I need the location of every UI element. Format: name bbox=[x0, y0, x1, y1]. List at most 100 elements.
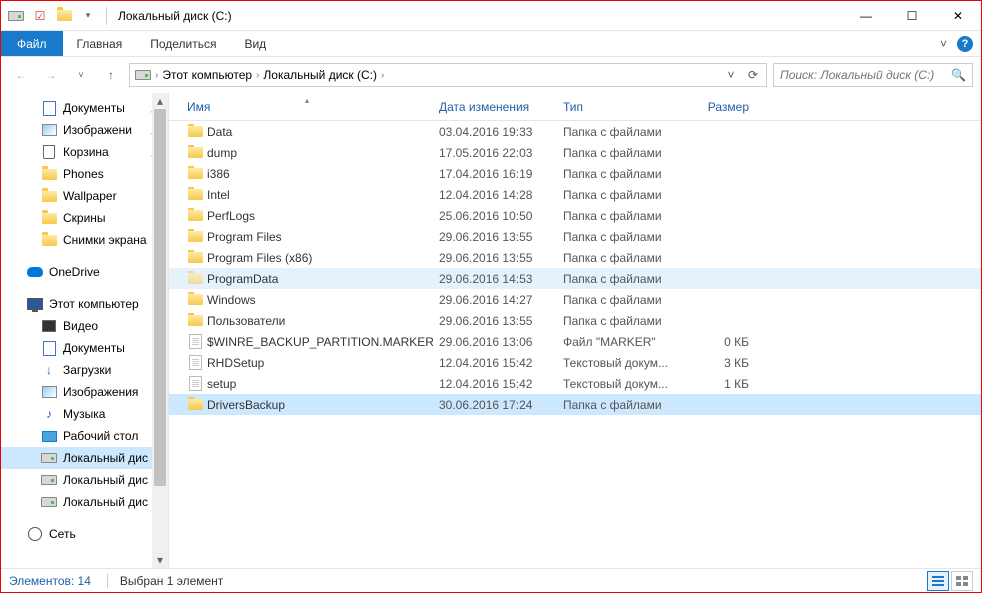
cell-name: $WINRE_BACKUP_PARTITION.MARKER bbox=[181, 334, 433, 350]
file-row[interactable]: ProgramData29.06.2016 14:53Папка с файла… bbox=[169, 268, 981, 289]
tab-view[interactable]: Вид bbox=[230, 31, 280, 56]
help-icon[interactable]: ? bbox=[957, 36, 973, 52]
nav-label: Wallpaper bbox=[63, 189, 117, 203]
close-button[interactable]: ✕ bbox=[935, 1, 981, 31]
file-row[interactable]: Пользователи29.06.2016 13:55Папка с файл… bbox=[169, 310, 981, 331]
cell-type: Файл "MARKER" bbox=[557, 335, 675, 349]
nav-label: Рабочий стол bbox=[63, 429, 138, 443]
column-size[interactable]: Размер bbox=[675, 100, 755, 114]
cell-type: Папка с файлами bbox=[557, 188, 675, 202]
view-details-button[interactable] bbox=[927, 571, 949, 591]
scroll-thumb[interactable] bbox=[154, 109, 166, 486]
thispc-child[interactable]: Видео bbox=[1, 315, 168, 337]
view-icons-button[interactable] bbox=[951, 571, 973, 591]
thispc-child[interactable]: Локальный дис bbox=[1, 447, 168, 469]
ribbon-expand-icon[interactable]: ˅ bbox=[940, 37, 947, 51]
quick-access-item[interactable]: Документы📌 bbox=[1, 97, 168, 119]
nav-label: Этот компьютер bbox=[49, 297, 139, 311]
cell-date: 29.06.2016 13:55 bbox=[433, 314, 557, 328]
minimize-button[interactable]: — bbox=[843, 1, 889, 31]
maximize-button[interactable]: ☐ bbox=[889, 1, 935, 31]
nav-label: Видео bbox=[63, 319, 98, 333]
nav-label: Документы bbox=[63, 101, 125, 115]
up-button[interactable]: ↑ bbox=[99, 63, 123, 87]
status-selection: Выбран 1 элемент bbox=[107, 574, 223, 588]
column-headers: Имя▴ Дата изменения Тип Размер bbox=[169, 93, 981, 121]
file-row[interactable]: Intel12.04.2016 14:28Папка с файлами bbox=[169, 184, 981, 205]
cell-type: Текстовый докум... bbox=[557, 377, 675, 391]
address-dropdown[interactable]: ˅ bbox=[720, 64, 742, 86]
cell-type: Папка с файлами bbox=[557, 398, 675, 412]
cell-size: 3 КБ bbox=[675, 356, 755, 370]
network-item[interactable]: Сеть bbox=[1, 523, 168, 545]
cell-date: 29.06.2016 14:53 bbox=[433, 272, 557, 286]
cell-date: 29.06.2016 13:55 bbox=[433, 230, 557, 244]
file-row[interactable]: $WINRE_BACKUP_PARTITION.MARKER29.06.2016… bbox=[169, 331, 981, 352]
nav-label: Корзина bbox=[63, 145, 109, 159]
crumb-drive-c[interactable]: Локальный диск (C:) bbox=[260, 64, 380, 86]
address-root-icon[interactable] bbox=[132, 64, 154, 86]
crumb-thispc[interactable]: Этот компьютер bbox=[159, 64, 255, 86]
file-row[interactable]: Program Files (x86)29.06.2016 13:55Папка… bbox=[169, 247, 981, 268]
navpane-scrollbar[interactable]: ▴ ▾ bbox=[152, 93, 168, 568]
tab-home[interactable]: Главная bbox=[63, 31, 137, 56]
thispc-child[interactable]: Локальный дис bbox=[1, 469, 168, 491]
quick-access-item[interactable]: Скрины bbox=[1, 207, 168, 229]
thispc-child[interactable]: ↓Загрузки bbox=[1, 359, 168, 381]
forward-button[interactable]: → bbox=[39, 63, 63, 87]
address-bar[interactable]: › Этот компьютер › Локальный диск (C:) ›… bbox=[129, 63, 767, 87]
file-pane: Имя▴ Дата изменения Тип Размер Data03.04… bbox=[169, 93, 981, 568]
file-row[interactable]: Windows29.06.2016 14:27Папка с файлами bbox=[169, 289, 981, 310]
tab-share[interactable]: Поделиться bbox=[136, 31, 230, 56]
file-tab[interactable]: Файл bbox=[1, 31, 63, 56]
scroll-down-arrow[interactable]: ▾ bbox=[152, 552, 168, 568]
file-list[interactable]: Data03.04.2016 19:33Папка с файламиdump1… bbox=[169, 121, 981, 568]
file-row[interactable]: i38617.04.2016 16:19Папка с файлами bbox=[169, 163, 981, 184]
search-icon[interactable]: 🔍 bbox=[951, 68, 966, 82]
search-box[interactable]: 🔍 bbox=[773, 63, 973, 87]
quick-access-item[interactable]: Wallpaper bbox=[1, 185, 168, 207]
qat-dropdown[interactable]: ▾ bbox=[77, 5, 99, 27]
search-input[interactable] bbox=[780, 68, 951, 82]
cell-date: 12.04.2016 15:42 bbox=[433, 377, 557, 391]
back-button[interactable]: ← bbox=[9, 63, 33, 87]
status-bar: Элементов: 14 Выбран 1 элемент bbox=[1, 568, 981, 592]
scroll-track[interactable] bbox=[152, 109, 168, 552]
sort-indicator-icon: ▴ bbox=[305, 96, 309, 105]
quick-access-item[interactable]: Phones bbox=[1, 163, 168, 185]
crumb-separator[interactable]: › bbox=[380, 70, 385, 81]
file-row[interactable]: DriversBackup30.06.2016 17:24Папка с фай… bbox=[169, 394, 981, 415]
scroll-up-arrow[interactable]: ▴ bbox=[152, 93, 168, 109]
quick-access-item[interactable]: Снимки экрана bbox=[1, 229, 168, 251]
thispc-item[interactable]: Этот компьютер bbox=[1, 293, 168, 315]
quick-access-item[interactable]: Изображени📌 bbox=[1, 119, 168, 141]
onedrive-item[interactable]: OneDrive bbox=[1, 261, 168, 283]
qat-newfolder-icon[interactable] bbox=[53, 5, 75, 27]
column-name[interactable]: Имя▴ bbox=[181, 100, 433, 114]
file-row[interactable]: dump17.05.2016 22:03Папка с файлами bbox=[169, 142, 981, 163]
file-row[interactable]: PerfLogs25.06.2016 10:50Папка с файлами bbox=[169, 205, 981, 226]
file-row[interactable]: Data03.04.2016 19:33Папка с файлами bbox=[169, 121, 981, 142]
app-icon[interactable] bbox=[5, 5, 27, 27]
refresh-button[interactable]: ⟳ bbox=[742, 64, 764, 86]
thispc-child[interactable]: Изображения bbox=[1, 381, 168, 403]
thispc-child[interactable]: Рабочий стол bbox=[1, 425, 168, 447]
file-row[interactable]: RHDSetup12.04.2016 15:42Текстовый докум.… bbox=[169, 352, 981, 373]
thispc-child[interactable]: Локальный дис bbox=[1, 491, 168, 513]
qat-properties-icon[interactable]: ☑ bbox=[29, 5, 51, 27]
navigation-pane[interactable]: Документы📌Изображени📌Корзина📌Phones Wallp… bbox=[1, 93, 169, 568]
recent-dropdown[interactable]: ˅ bbox=[69, 63, 93, 87]
file-row[interactable]: Program Files29.06.2016 13:55Папка с фай… bbox=[169, 226, 981, 247]
cell-date: 25.06.2016 10:50 bbox=[433, 209, 557, 223]
column-date[interactable]: Дата изменения bbox=[433, 100, 557, 114]
quick-access-item[interactable]: Корзина📌 bbox=[1, 141, 168, 163]
nav-label: Снимки экрана bbox=[63, 233, 147, 247]
file-row[interactable]: setup12.04.2016 15:42Текстовый докум...1… bbox=[169, 373, 981, 394]
cell-name: Intel bbox=[181, 187, 433, 203]
column-type[interactable]: Тип bbox=[557, 100, 675, 114]
thispc-child[interactable]: ♪Музыка bbox=[1, 403, 168, 425]
cell-name: dump bbox=[181, 145, 433, 161]
cell-name: i386 bbox=[181, 166, 433, 182]
cell-type: Папка с файлами bbox=[557, 230, 675, 244]
thispc-child[interactable]: Документы bbox=[1, 337, 168, 359]
